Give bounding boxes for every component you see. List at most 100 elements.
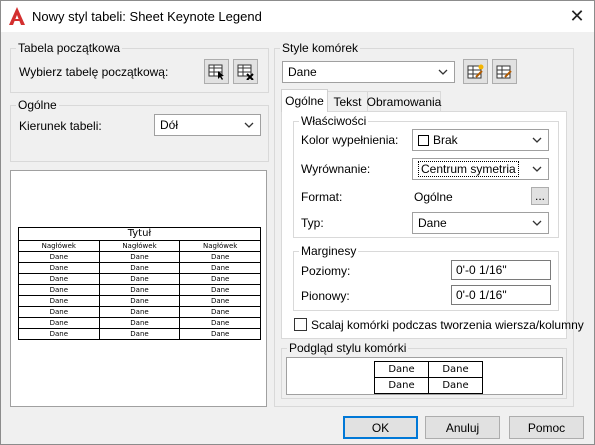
preview-data-cell: Dane <box>18 284 100 296</box>
window-title: Nowy styl tabeli: Sheet Keynote Legend <box>32 9 262 24</box>
table-preview-box: Tytuł Nagłówek Nagłówek Nagłówek Dane Dan… <box>10 170 267 407</box>
format-browse-label: ... <box>534 189 545 203</box>
preview-data-cell: Dane <box>18 273 100 285</box>
preview-title-cell: Tytuł <box>18 227 261 241</box>
select-starting-table-label: Wybierz tabelę początkową: <box>19 65 169 79</box>
new-cell-style-button[interactable] <box>463 59 488 84</box>
properties-group-label: Właściwości <box>299 114 369 128</box>
chevron-down-icon <box>532 166 542 172</box>
preview-data-cell: Dane <box>179 251 261 263</box>
preview-data-cell: Dane <box>98 317 181 329</box>
tab-general[interactable]: Ogólne <box>281 89 328 112</box>
preview-data-cell: Dane <box>98 295 181 307</box>
table-direction-value: Dół <box>160 118 179 132</box>
cell-preview-table: Dane Dane Dane Dane <box>374 361 483 394</box>
ok-button[interactable]: OK <box>343 416 418 439</box>
alignment-value: Centrum symetria <box>418 161 519 177</box>
preview-data-cell: Dane <box>98 273 181 285</box>
alignment-select[interactable]: Centrum symetria <box>412 158 549 180</box>
preview-data-cell: Dane <box>18 306 100 318</box>
preview-data-cell: Dane <box>179 328 261 340</box>
preview-data-cell: Dane <box>98 262 181 274</box>
select-table-button[interactable] <box>204 59 229 84</box>
title-bar: Nowy styl tabeli: Sheet Keynote Legend ✕ <box>1 1 594 32</box>
tab-text[interactable]: Tekst <box>327 91 368 111</box>
preview-data-cell: Dane <box>179 284 261 296</box>
tab-borders-label: Obramowania <box>366 94 442 109</box>
preview-data-cell: Dane <box>98 306 181 318</box>
tab-general-label: Ogólne <box>285 94 324 108</box>
help-button-label: Pomoc <box>527 420 566 435</box>
help-button[interactable]: Pomoc <box>509 416 584 439</box>
preview-data-cell: Dane <box>179 273 261 285</box>
format-browse-button[interactable]: ... <box>531 187 549 205</box>
close-button[interactable]: ✕ <box>560 1 594 32</box>
vertical-margin-label: Pionowy: <box>301 289 350 303</box>
type-value: Dane <box>418 216 447 230</box>
vertical-margin-input[interactable]: 0'-0 1/16" <box>451 285 551 305</box>
chevron-down-icon <box>532 220 542 226</box>
starting-table-group-label: Tabela początkowa <box>16 41 123 55</box>
preview-header-cell: Nagłówek <box>98 240 181 252</box>
fill-color-select[interactable]: Brak <box>412 129 549 151</box>
cell-preview-group-label: Podgląd stylu komórki <box>287 341 409 355</box>
table-direction-select[interactable]: Dół <box>154 114 261 136</box>
cancel-button[interactable]: Anuluj <box>425 416 500 439</box>
manage-cell-styles-button[interactable] <box>492 59 517 84</box>
preview-data-cell: Dane <box>179 317 261 329</box>
cell-style-select[interactable]: Dane <box>282 61 455 83</box>
type-select[interactable]: Dane <box>412 212 549 234</box>
preview-data-cell: Dane <box>179 295 261 307</box>
horizontal-margin-input[interactable]: 0'-0 1/16" <box>451 260 551 280</box>
preview-header-cell: Nagłówek <box>18 240 100 252</box>
tab-borders[interactable]: Obramowania <box>367 91 441 111</box>
preview-data-cell: Dane <box>179 306 261 318</box>
cancel-button-label: Anuluj <box>445 420 480 435</box>
autocad-logo-icon <box>9 7 25 25</box>
chevron-down-icon <box>244 122 254 128</box>
fill-color-label: Kolor wypełnienia: <box>301 133 399 147</box>
new-cell-style-icon <box>467 64 483 78</box>
preview-data-cell: Dane <box>18 317 100 329</box>
cell-preview-cell: Dane <box>374 361 429 378</box>
table-select-icon <box>208 64 224 80</box>
chevron-down-icon <box>532 137 542 143</box>
merge-cells-label: Scalaj komórki podczas tworzenia wiersza… <box>311 318 584 332</box>
table-delete-icon <box>237 64 254 80</box>
manage-cell-styles-icon <box>496 65 512 78</box>
vertical-margin-value: 0'-0 1/16" <box>456 288 507 302</box>
type-label: Typ: <box>301 216 324 230</box>
cell-styles-group-label: Style komórek <box>280 41 361 55</box>
preview-data-cell: Dane <box>18 328 100 340</box>
cell-style-value: Dane <box>288 65 317 79</box>
dialog-window: Nowy styl tabeli: Sheet Keynote Legend ✕… <box>0 0 595 445</box>
preview-data-cell: Dane <box>179 262 261 274</box>
table-preview: Tytuł Nagłówek Nagłówek Nagłówek Dane Dan… <box>18 227 261 340</box>
preview-data-cell: Dane <box>98 328 181 340</box>
format-value: Ogólne <box>414 190 453 204</box>
fill-color-value: Brak <box>433 133 458 147</box>
chevron-down-icon <box>438 69 448 75</box>
table-direction-label: Kierunek tabeli: <box>19 119 102 133</box>
format-label: Format: <box>301 190 343 204</box>
general-group-label: Ogólne <box>16 98 59 112</box>
cell-preview-cell: Dane <box>374 377 429 394</box>
alignment-label: Wyrównanie: <box>301 162 371 176</box>
horizontal-margin-label: Poziomy: <box>301 264 351 278</box>
margins-group-label: Marginesy <box>299 244 359 258</box>
preview-data-cell: Dane <box>98 251 181 263</box>
close-icon: ✕ <box>569 6 585 26</box>
preview-data-cell: Dane <box>18 262 100 274</box>
horizontal-margin-value: 0'-0 1/16" <box>456 263 507 277</box>
cell-preview-cell: Dane <box>428 377 483 394</box>
cell-preview-cell: Dane <box>428 361 483 378</box>
tab-text-label: Tekst <box>333 94 362 109</box>
fill-color-swatch <box>418 134 429 146</box>
ok-button-label: OK <box>371 420 390 435</box>
preview-data-cell: Dane <box>18 295 100 307</box>
merge-cells-checkbox[interactable] <box>294 318 307 331</box>
preview-data-cell: Dane <box>18 251 100 263</box>
preview-header-cell: Nagłówek <box>179 240 261 252</box>
remove-table-button[interactable] <box>233 59 258 84</box>
preview-data-cell: Dane <box>98 284 181 296</box>
